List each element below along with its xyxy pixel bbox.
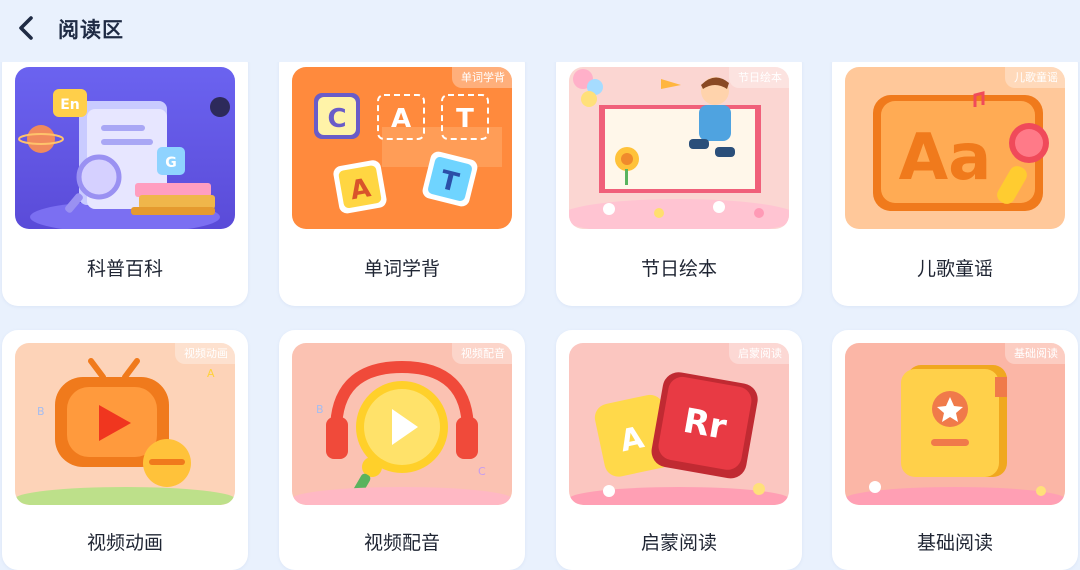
science-book-illustration: En G: [15, 67, 235, 229]
card-label: 单词学背: [363, 258, 440, 280]
card-thumbnail: 基础阅读: [845, 343, 1065, 505]
category-card-video-animation[interactable]: B A 视频动画 视频动画: [2, 330, 248, 570]
card-thumbnail: Aa 儿歌童谣: [845, 67, 1065, 229]
enlightenment-rr-illustration: A Rr: [569, 343, 789, 505]
songs-aa-illustration: Aa: [845, 67, 1065, 229]
category-card-basic-reading[interactable]: 基础阅读 基础阅读: [832, 330, 1078, 570]
songs-aa-text: Aa: [899, 121, 992, 195]
dubbing-b-text: B: [316, 403, 324, 416]
cat-letter-c: C: [327, 104, 346, 134]
card-label: 儿歌童谣: [916, 258, 993, 280]
a-letter-text: A: [207, 367, 215, 380]
dubbing-c-text: C: [478, 465, 486, 478]
dubbing-headphones-illustration: B C: [292, 343, 512, 505]
card-label: 节日绘本: [640, 258, 717, 280]
card-thumbnail: B A 视频动画: [15, 343, 235, 505]
b-letter-text: B: [37, 405, 45, 418]
card-thumbnail: 节日绘本: [569, 67, 789, 229]
festival-book-illustration: [569, 67, 789, 229]
card-thumbnail: B C 视频配音: [292, 343, 512, 505]
cat-letter-a: A: [391, 104, 411, 134]
card-tag: 基础阅读: [1005, 343, 1065, 364]
card-label: 科普百科: [86, 258, 163, 280]
card-thumbnail: A Rr 启蒙阅读: [569, 343, 789, 505]
cat-letters-illustration: C A T A T: [292, 67, 512, 229]
video-tv-illustration: B A: [15, 343, 235, 505]
basic-reading-book-illustration: [845, 343, 1065, 505]
card-thumbnail: En G: [15, 67, 235, 229]
category-card-enlightenment[interactable]: A Rr 启蒙阅读 启蒙阅读: [556, 330, 802, 570]
cat-letter-t: T: [456, 104, 474, 134]
page-title: 阅读区: [58, 18, 124, 42]
g-badge-text: G: [165, 155, 177, 171]
card-tag: 启蒙阅读: [729, 343, 789, 364]
top-bar: 阅读区: [0, 0, 1080, 62]
back-arrow-icon[interactable]: [14, 14, 40, 42]
card-tag: 视频配音: [452, 343, 512, 364]
category-card-festival[interactable]: 节日绘本 节日绘本: [556, 48, 802, 306]
category-card-video-dubbing[interactable]: B C 视频配音 视频配音: [279, 330, 525, 570]
category-card-science[interactable]: En G 科普百科: [2, 48, 248, 306]
card-tag: 视频动画: [175, 343, 235, 364]
enlightenment-rr-text: Rr: [680, 401, 729, 448]
card-tag: 儿歌童谣: [1005, 67, 1065, 88]
category-card-words[interactable]: C A T A T 单词学背 单词学背: [279, 48, 525, 306]
en-badge-text: En: [60, 97, 80, 113]
card-tag: 节日绘本: [729, 67, 789, 88]
category-card-songs[interactable]: Aa 儿歌童谣 儿歌童谣: [832, 48, 1078, 306]
card-thumbnail: C A T A T 单词学背: [292, 67, 512, 229]
card-tag: 单词学背: [452, 67, 512, 88]
